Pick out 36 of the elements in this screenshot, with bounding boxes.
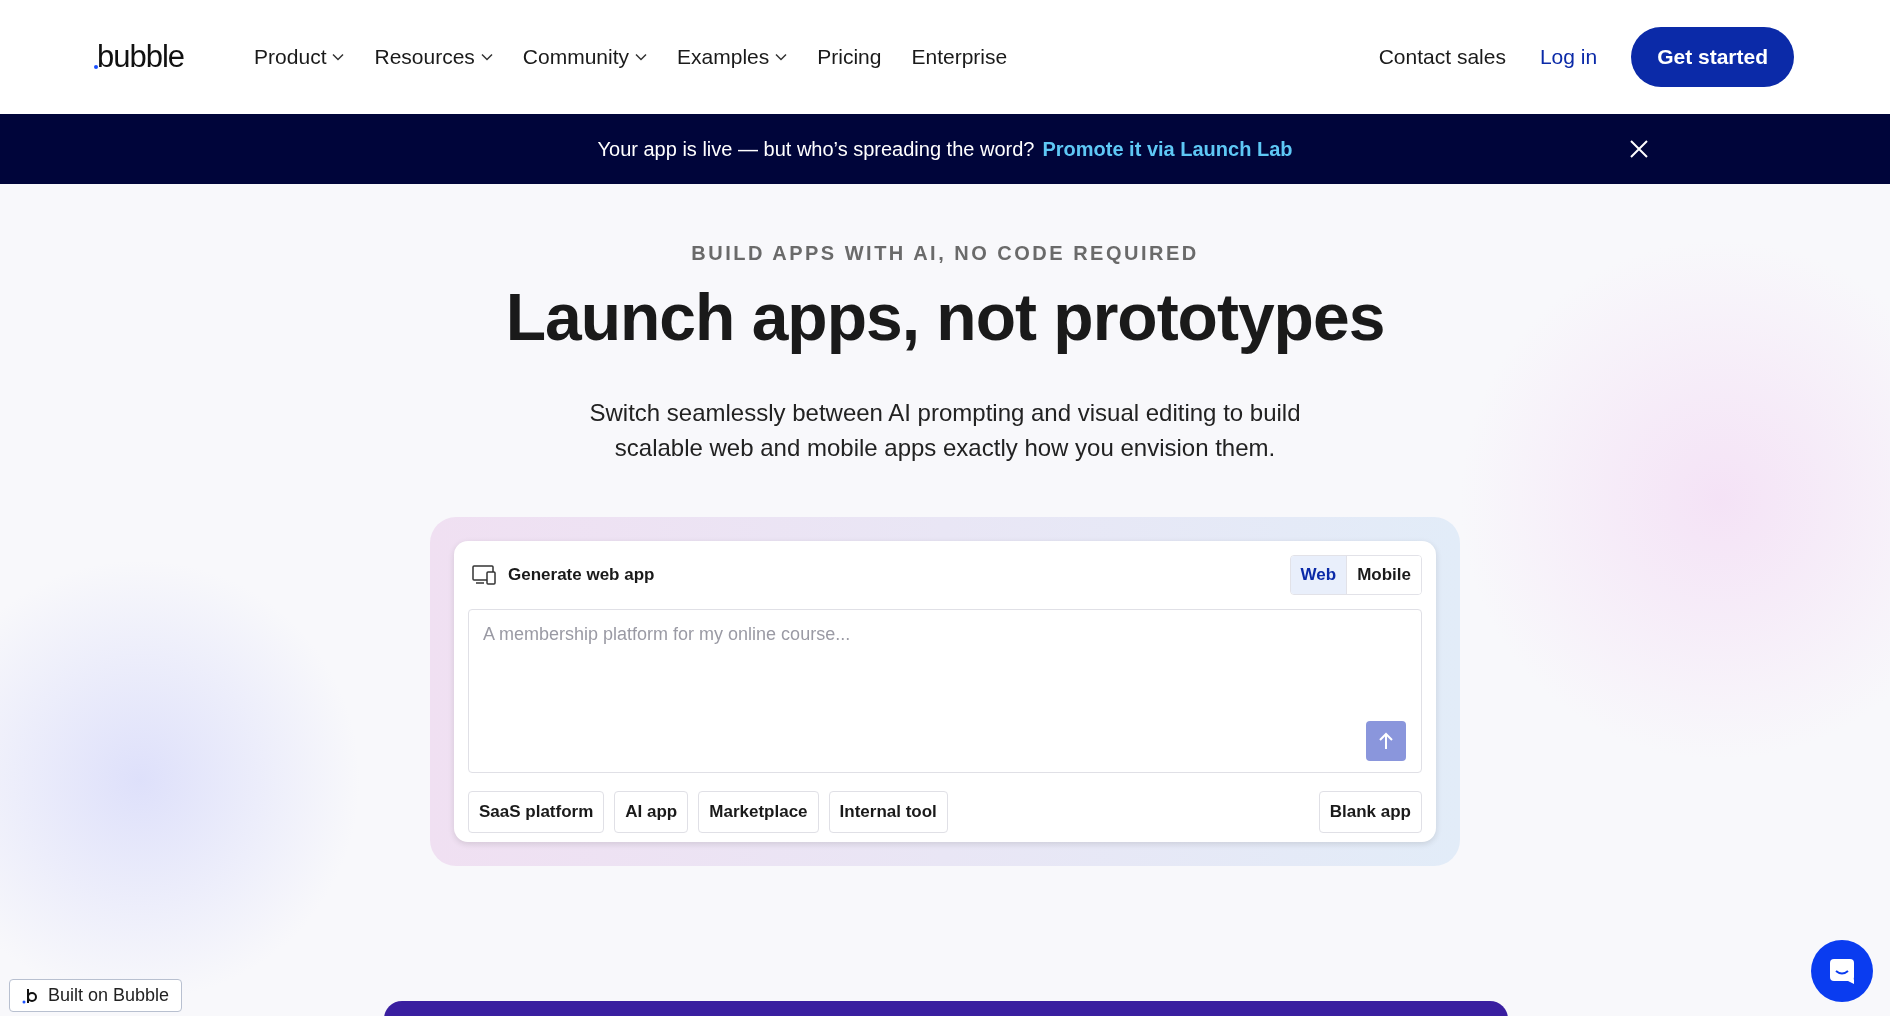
- chevron-down-icon: [775, 53, 788, 61]
- prompt-field[interactable]: A membership platform for my online course...: [468, 609, 1422, 773]
- get-started-button[interactable]: Get started: [1631, 27, 1794, 87]
- platform-tab[interactable]: Mobile: [1346, 556, 1421, 594]
- arrow-up-icon: [1378, 732, 1394, 750]
- suggestion-chip[interactable]: Marketplace: [698, 791, 819, 833]
- send-button[interactable]: [1366, 721, 1406, 761]
- eyebrow-text: BUILD APPS WITH AI, NO CODE REQUIRED: [691, 242, 1199, 265]
- logo[interactable]: bubble: [97, 39, 185, 75]
- devices-icon: [472, 565, 496, 585]
- suggestion-chip[interactable]: AI app: [614, 791, 689, 833]
- hero-subtitle: Switch seamlessly between AI prompting and visual editing to build scalable web and mobile apps exactly how you envision them.: [588, 398, 1302, 463]
- nav-item[interactable]: Resources: [374, 45, 493, 69]
- chevron-down-icon: [635, 53, 648, 61]
- built-on-bubble-badge[interactable]: Built on Bubble: [9, 979, 183, 1012]
- generator-title: Generate web app: [508, 565, 655, 585]
- login-link[interactable]: Log in: [1539, 45, 1598, 69]
- nav-item[interactable]: Examples: [677, 45, 788, 69]
- letter-b-icon: [22, 986, 40, 1005]
- chevron-down-icon: [332, 53, 345, 61]
- chat-icon: [1828, 957, 1856, 985]
- suggestion-chip[interactable]: Internal tool: [828, 791, 948, 833]
- platform-tab[interactable]: Web: [1290, 556, 1347, 594]
- nav-item[interactable]: Pricing: [817, 45, 882, 69]
- launch-lab-link[interactable]: Promote it via Launch Lab: [1042, 137, 1293, 161]
- chevron-down-icon: [480, 53, 493, 61]
- nav-item[interactable]: Enterprise: [911, 45, 1008, 69]
- blank-app-button[interactable]: Blank app: [1318, 791, 1422, 833]
- suggestion-chip[interactable]: SaaS platform: [468, 791, 605, 833]
- contact-sales-link[interactable]: Contact sales: [1378, 45, 1506, 69]
- nav-item[interactable]: Product: [254, 45, 345, 69]
- banner-text: Your app is live — but who’s spreading the word?: [597, 137, 1035, 161]
- nav-item[interactable]: Community: [522, 45, 648, 69]
- badge-text: Built on Bubble: [48, 985, 170, 1006]
- hero-title: Launch apps, not prototypes: [505, 279, 1385, 355]
- close-icon[interactable]: [1630, 140, 1648, 158]
